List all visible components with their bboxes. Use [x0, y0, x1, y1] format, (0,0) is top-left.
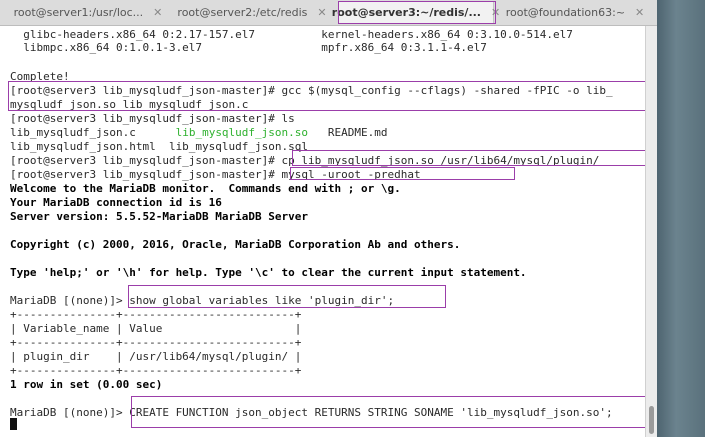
terminal-line: Server version: 5.5.52-MariaDB MariaDB S…: [10, 210, 309, 223]
terminal-line: glibc-headers.x86_64 0:2.17-157.el7 kern…: [10, 28, 573, 41]
terminal-line: +---------------+-----------------------…: [10, 308, 302, 321]
terminal-line: MariaDB [(none)]> CREATE FUNCTION json_o…: [10, 406, 613, 419]
terminal-line: Complete!: [10, 70, 70, 83]
desktop-background: [657, 0, 705, 437]
terminal-line: lib_mysqludf_json.html lib_mysqludf_json…: [10, 140, 309, 153]
terminal-line-ls: lib_mysqludf_json.c lib_mysqludf_json.so…: [10, 126, 388, 139]
close-icon[interactable]: ✕: [317, 6, 326, 19]
terminal-line: [root@server3 lib_mysqludf_json-master]#…: [10, 168, 421, 181]
terminal-line: Welcome to the MariaDB monitor. Commands…: [10, 182, 401, 195]
terminal-line: [root@server3 lib_mysqludf_json-master]#…: [10, 154, 600, 167]
terminal-line: | plugin_dir | /usr/lib64/mysql/plugin/ …: [10, 350, 302, 363]
tab-label: root@server3:~/redis/...: [331, 5, 481, 19]
terminal-cursor: [10, 418, 17, 430]
scrollbar-thumb[interactable]: [649, 406, 654, 434]
terminal-line: 1 row in set (0.00 sec): [10, 378, 163, 391]
terminal-line: mysqludf_json.so lib_mysqludf_json.c: [10, 98, 249, 111]
tab-bar: root@server1:/usr/loc... ✕ root@server2:…: [0, 0, 657, 26]
close-icon[interactable]: ✕: [153, 6, 162, 19]
tab-label: root@foundation63:~: [505, 5, 626, 19]
terminal-line: +---------------+-----------------------…: [10, 336, 302, 349]
terminal-line: [root@server3 lib_mysqludf_json-master]#…: [10, 84, 613, 97]
terminal-line: [root@server3 lib_mysqludf_json-master]#…: [10, 112, 295, 125]
close-icon[interactable]: ✕: [635, 6, 644, 19]
tab-server2[interactable]: root@server2:/etc/redis ✕: [172, 1, 332, 23]
terminal-line: Your MariaDB connection id is 16: [10, 196, 222, 209]
file-readme: README.md: [308, 126, 388, 139]
terminal-line: libmpc.x86_64 0:1.0.1-3.el7 mpfr.x86_64 …: [10, 41, 487, 54]
terminal-output[interactable]: glibc-headers.x86_64 0:2.17-157.el7 kern…: [0, 26, 645, 437]
tab-label: root@server2:/etc/redis: [177, 5, 308, 19]
tab-label: root@server1:/usr/loc...: [13, 5, 144, 19]
terminal-window: root@server1:/usr/loc... ✕ root@server2:…: [0, 0, 657, 437]
terminal-line: MariaDB [(none)]> show global variables …: [10, 294, 395, 307]
tab-server3[interactable]: root@server3:~/redis/... ✕: [332, 1, 500, 23]
terminal-line: | Variable_name | Value |: [10, 322, 302, 335]
terminal-line: +---------------+-----------------------…: [10, 364, 302, 377]
tab-server1[interactable]: root@server1:/usr/loc... ✕: [8, 1, 168, 23]
terminal-line: Type 'help;' or '\h' for help. Type '\c'…: [10, 266, 527, 279]
terminal-line: Copyright (c) 2000, 2016, Oracle, MariaD…: [10, 238, 461, 251]
close-icon[interactable]: ✕: [491, 6, 500, 19]
file-c: lib_mysqludf_json.c: [10, 126, 176, 139]
scrollbar[interactable]: [645, 26, 657, 437]
tab-foundation63[interactable]: root@foundation63:~ ✕: [500, 1, 650, 23]
file-so: lib_mysqludf_json.so: [175, 126, 309, 139]
